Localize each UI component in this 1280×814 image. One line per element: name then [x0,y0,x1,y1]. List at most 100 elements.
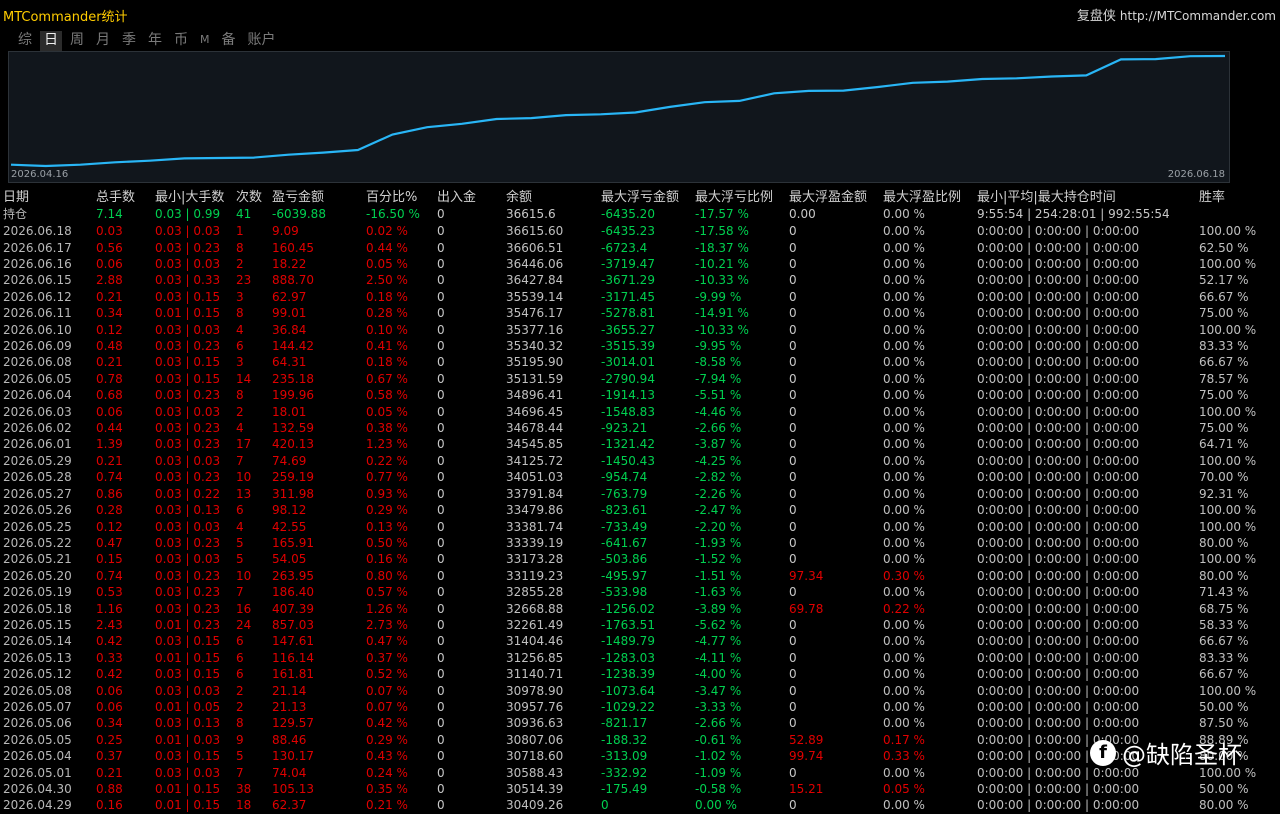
table-row[interactable]: 2026.06.15 2.88 0.03 | 0.33 23 888.70 2.50 % 0… [2,272,1276,288]
table-cell: 2.88 [96,273,123,288]
table-cell: 100.00 % [1199,503,1257,518]
table-row[interactable]: 2026.05.05 0.25 0.01 | 0.03 9 88.46 0.29 % 0 30… [2,732,1276,748]
table-cell: 0:00:00 | 0:00:00 | 0:00:00 [977,404,1140,419]
table-cell: 0 [437,585,445,600]
table-cell: 2026.05.22 [3,535,72,550]
table-row[interactable]: 2026.04.30 0.88 0.01 | 0.15 38 105.13 0.35 % 0… [2,781,1276,797]
table-row[interactable]: 2026.06.02 0.44 0.03 | 0.23 4 132.59 0.38 % 0 3… [2,420,1276,436]
table-row[interactable]: 2026.05.19 0.53 0.03 | 0.23 7 186.40 0.57 % 0 3… [2,584,1276,600]
tab-0[interactable]: 综 [14,31,36,51]
table-cell: 0.74 [96,568,123,583]
table-row[interactable]: 2026.04.29 0.16 0.01 | 0.15 18 62.37 0.21 % 0 3… [2,797,1276,813]
table-row[interactable]: 2026.05.08 0.06 0.03 | 0.03 2 21.14 0.07 % 0 30… [2,682,1276,698]
table-row[interactable]: 2026.06.12 0.21 0.03 | 0.15 3 62.97 0.18 % 0 35… [2,289,1276,305]
table-row[interactable]: 2026.05.26 0.28 0.03 | 0.13 6 98.12 0.29 % 0 33… [2,502,1276,518]
table-cell: 0.33 [96,650,123,665]
table-cell: 0.03 | 0.33 [155,273,221,288]
brand-url[interactable]: http://MTCommander.com [1120,9,1276,23]
table-cell: 6 [236,667,244,682]
column-header[interactable]: 次数 [235,186,271,205]
table-cell: 34125.72 [506,453,564,468]
column-header[interactable]: 盈亏金额 [271,186,365,205]
table-row[interactable]: 2026.06.09 0.48 0.03 | 0.23 6 144.42 0.41 % 0 3… [2,338,1276,354]
table-cell: 0:00:00 | 0:00:00 | 0:00:00 [977,273,1140,288]
table-cell: 0.00 % [883,289,925,304]
table-cell: 0.01 | 0.15 [155,798,221,813]
table-row[interactable]: 2026.05.21 0.15 0.03 | 0.03 5 54.05 0.16 % 0 33… [2,551,1276,567]
column-header[interactable]: 余额 [505,186,600,205]
table-row[interactable]: 2026.05.27 0.86 0.03 | 0.22 13 311.98 0.93 % 0… [2,486,1276,502]
table-cell: 2026.05.20 [3,568,72,583]
table-cell: 0.80 % [366,568,408,583]
table-cell: 0.00 % [883,388,925,403]
table-row[interactable]: 2026.05.25 0.12 0.03 | 0.03 4 42.55 0.13 % 0 33… [2,518,1276,534]
table-cell: 0 [437,798,445,813]
table-row[interactable]: 2026.05.14 0.42 0.03 | 0.15 6 147.61 0.47 % 0 3… [2,633,1276,649]
table-row[interactable]: 2026.05.01 0.21 0.03 | 0.03 7 74.04 0.24 % 0 30… [2,764,1276,780]
tab-6[interactable]: 币 [170,31,192,51]
table-row[interactable]: 2026.05.15 2.43 0.01 | 0.23 24 857.03 2.73 % 0… [2,617,1276,633]
table-cell: 0 [437,601,445,616]
tab-3[interactable]: 月 [92,31,114,51]
table-row[interactable]: 2026.05.06 0.34 0.03 | 0.13 8 129.57 0.42 % 0 3… [2,715,1276,731]
table-cell: 2026.05.07 [3,699,72,714]
tab-4[interactable]: 季 [118,31,140,51]
table-row[interactable]: 2026.06.03 0.06 0.03 | 0.03 2 18.01 0.05 % 0 34… [2,403,1276,419]
table-row[interactable]: 2026.06.18 0.03 0.03 | 0.03 1 9.09 0.02 % 0 366… [2,223,1276,239]
table-cell: 66.67 % [1199,289,1249,304]
table-cell: 2026.05.14 [3,634,72,649]
table-row[interactable]: 2026.06.11 0.34 0.01 | 0.15 8 99.01 0.28 % 0 35… [2,305,1276,321]
tab-5[interactable]: 年 [144,31,166,51]
tab-2[interactable]: 周 [66,31,88,51]
column-header[interactable]: 总手数 [95,186,154,205]
column-header[interactable]: 最小|大手数 [154,186,235,205]
table-cell: 2026.05.27 [3,486,72,501]
table-cell: 0.33 % [883,749,925,764]
table-cell: -954.74 [601,470,648,485]
table-row[interactable]: 2026.05.12 0.42 0.03 | 0.15 6 161.81 0.52 % 0 3… [2,666,1276,682]
table-row[interactable]: 2026.05.07 0.06 0.01 | 0.05 2 21.13 0.07 % 0 30… [2,699,1276,715]
table-cell: 33791.84 [506,486,564,501]
holding-row[interactable]: 持仓 7.14 0.03 | 0.99 41 -6039.88 -16.50 % 0 3661… [2,205,1276,223]
table-cell: 0.86 [96,486,123,501]
tab-9[interactable]: 账户 [244,31,280,51]
brand[interactable]: 复盘侠 http://MTCommander.com [1077,5,1276,24]
table-row[interactable]: 2026.06.08 0.21 0.03 | 0.15 3 64.31 0.18 % 0 35… [2,354,1276,370]
column-header[interactable]: 日期 [2,186,95,205]
table-cell: -3.87 % [695,437,742,452]
column-header[interactable]: 最大浮盈比例 [882,186,976,205]
table-cell: 16 [236,601,252,616]
table-cell: 0.15 [96,552,123,567]
tab-1[interactable]: 日 [40,31,62,51]
column-header[interactable]: 最大浮盈金额 [788,186,882,205]
table-row[interactable]: 2026.05.28 0.74 0.03 | 0.23 10 259.19 0.77 % 0… [2,469,1276,485]
table-cell: 21.14 [272,683,307,698]
column-header[interactable]: 最小|平均|最大持仓时间 [976,186,1198,205]
tab-8[interactable]: 备 [218,31,240,51]
table-row[interactable]: 2026.05.13 0.33 0.01 | 0.15 6 116.14 0.37 % 0 3… [2,650,1276,666]
table-row[interactable]: 2026.06.17 0.56 0.03 | 0.23 8 160.45 0.44 % 0 3… [2,239,1276,255]
column-header[interactable]: 百分比% [365,186,436,205]
column-header[interactable]: 出入金 [436,186,505,205]
table-cell: 0.67 % [366,371,408,386]
column-header[interactable]: 最大浮亏金额 [600,186,694,205]
table-row[interactable]: 2026.06.10 0.12 0.03 | 0.03 4 36.84 0.10 % 0 35… [2,321,1276,337]
table-cell: 0.00 % [883,552,925,567]
table-row[interactable]: 2026.05.29 0.21 0.03 | 0.03 7 74.69 0.22 % 0 34… [2,453,1276,469]
table-row[interactable]: 2026.06.01 1.39 0.03 | 0.23 17 420.13 1.23 % 0… [2,436,1276,452]
table-cell: 130.17 [272,749,314,764]
table-cell: 0.68 [96,388,123,403]
table-row[interactable]: 2026.06.04 0.68 0.03 | 0.23 8 199.96 0.58 % 0 3… [2,387,1276,403]
table-row[interactable]: 2026.05.18 1.16 0.03 | 0.23 16 407.39 1.26 % 0… [2,600,1276,616]
table-cell: 263.95 [272,568,314,583]
table-row[interactable]: 2026.06.05 0.78 0.03 | 0.15 14 235.18 0.67 % 0… [2,371,1276,387]
table-cell: 35340.32 [506,339,564,354]
table-cell: 2026.05.18 [3,601,72,616]
table-row[interactable]: 2026.06.16 0.06 0.03 | 0.03 2 18.22 0.05 % 0 36… [2,256,1276,272]
column-header[interactable]: 胜率 [1198,186,1276,205]
table-row[interactable]: 2026.05.20 0.74 0.03 | 0.23 10 263.95 0.80 % 0… [2,568,1276,584]
tab-7[interactable]: M [196,31,214,51]
table-row[interactable]: 2026.05.22 0.47 0.03 | 0.23 5 165.91 0.50 % 0 3… [2,535,1276,551]
table-row[interactable]: 2026.05.04 0.37 0.03 | 0.15 5 130.17 0.43 % 0 3… [2,748,1276,764]
column-header[interactable]: 最大浮亏比例 [694,186,788,205]
